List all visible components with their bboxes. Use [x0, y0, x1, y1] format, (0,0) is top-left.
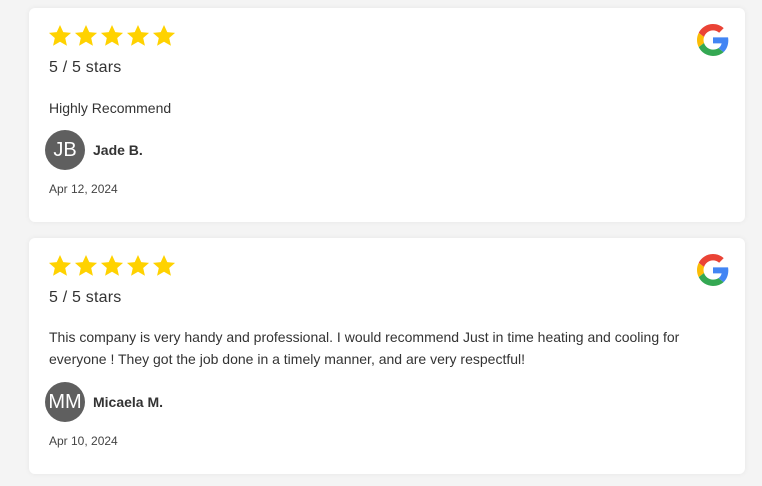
star-icon: [74, 254, 98, 276]
review-card: 5 / 5 stars Highly Recommend JB Jade B. …: [29, 8, 745, 222]
reviewer-info: MM Micaela M.: [45, 382, 163, 422]
star-icon: [48, 254, 72, 276]
review-body: Highly Recommend: [49, 100, 172, 116]
star-icon: [126, 254, 150, 276]
reviewer-name: Jade B.: [93, 142, 143, 158]
google-icon: [697, 24, 729, 56]
review-card: 5 / 5 stars This company is very handy a…: [29, 238, 745, 474]
star-icon: [152, 24, 176, 46]
star-rating: [47, 23, 177, 49]
star-icon: [100, 254, 124, 276]
reviewer-name: Micaela M.: [93, 394, 164, 410]
avatar: MM: [45, 382, 85, 422]
google-icon: [697, 254, 729, 286]
avatar: JB: [45, 130, 85, 170]
review-date: Apr 12, 2024: [49, 182, 118, 196]
star-icon: [100, 24, 124, 46]
rating-text: 5 / 5 stars: [49, 289, 122, 306]
star-icon: [126, 24, 150, 46]
review-date: Apr 10, 2024: [49, 434, 118, 448]
reviewer-info: JB Jade B.: [45, 130, 143, 170]
star-icon: [48, 24, 72, 46]
star-icon: [152, 254, 176, 276]
review-body: This company is very handy and professio…: [49, 329, 680, 367]
star-icon: [74, 24, 98, 46]
star-rating: [47, 253, 177, 279]
rating-text: 5 / 5 stars: [49, 59, 122, 76]
